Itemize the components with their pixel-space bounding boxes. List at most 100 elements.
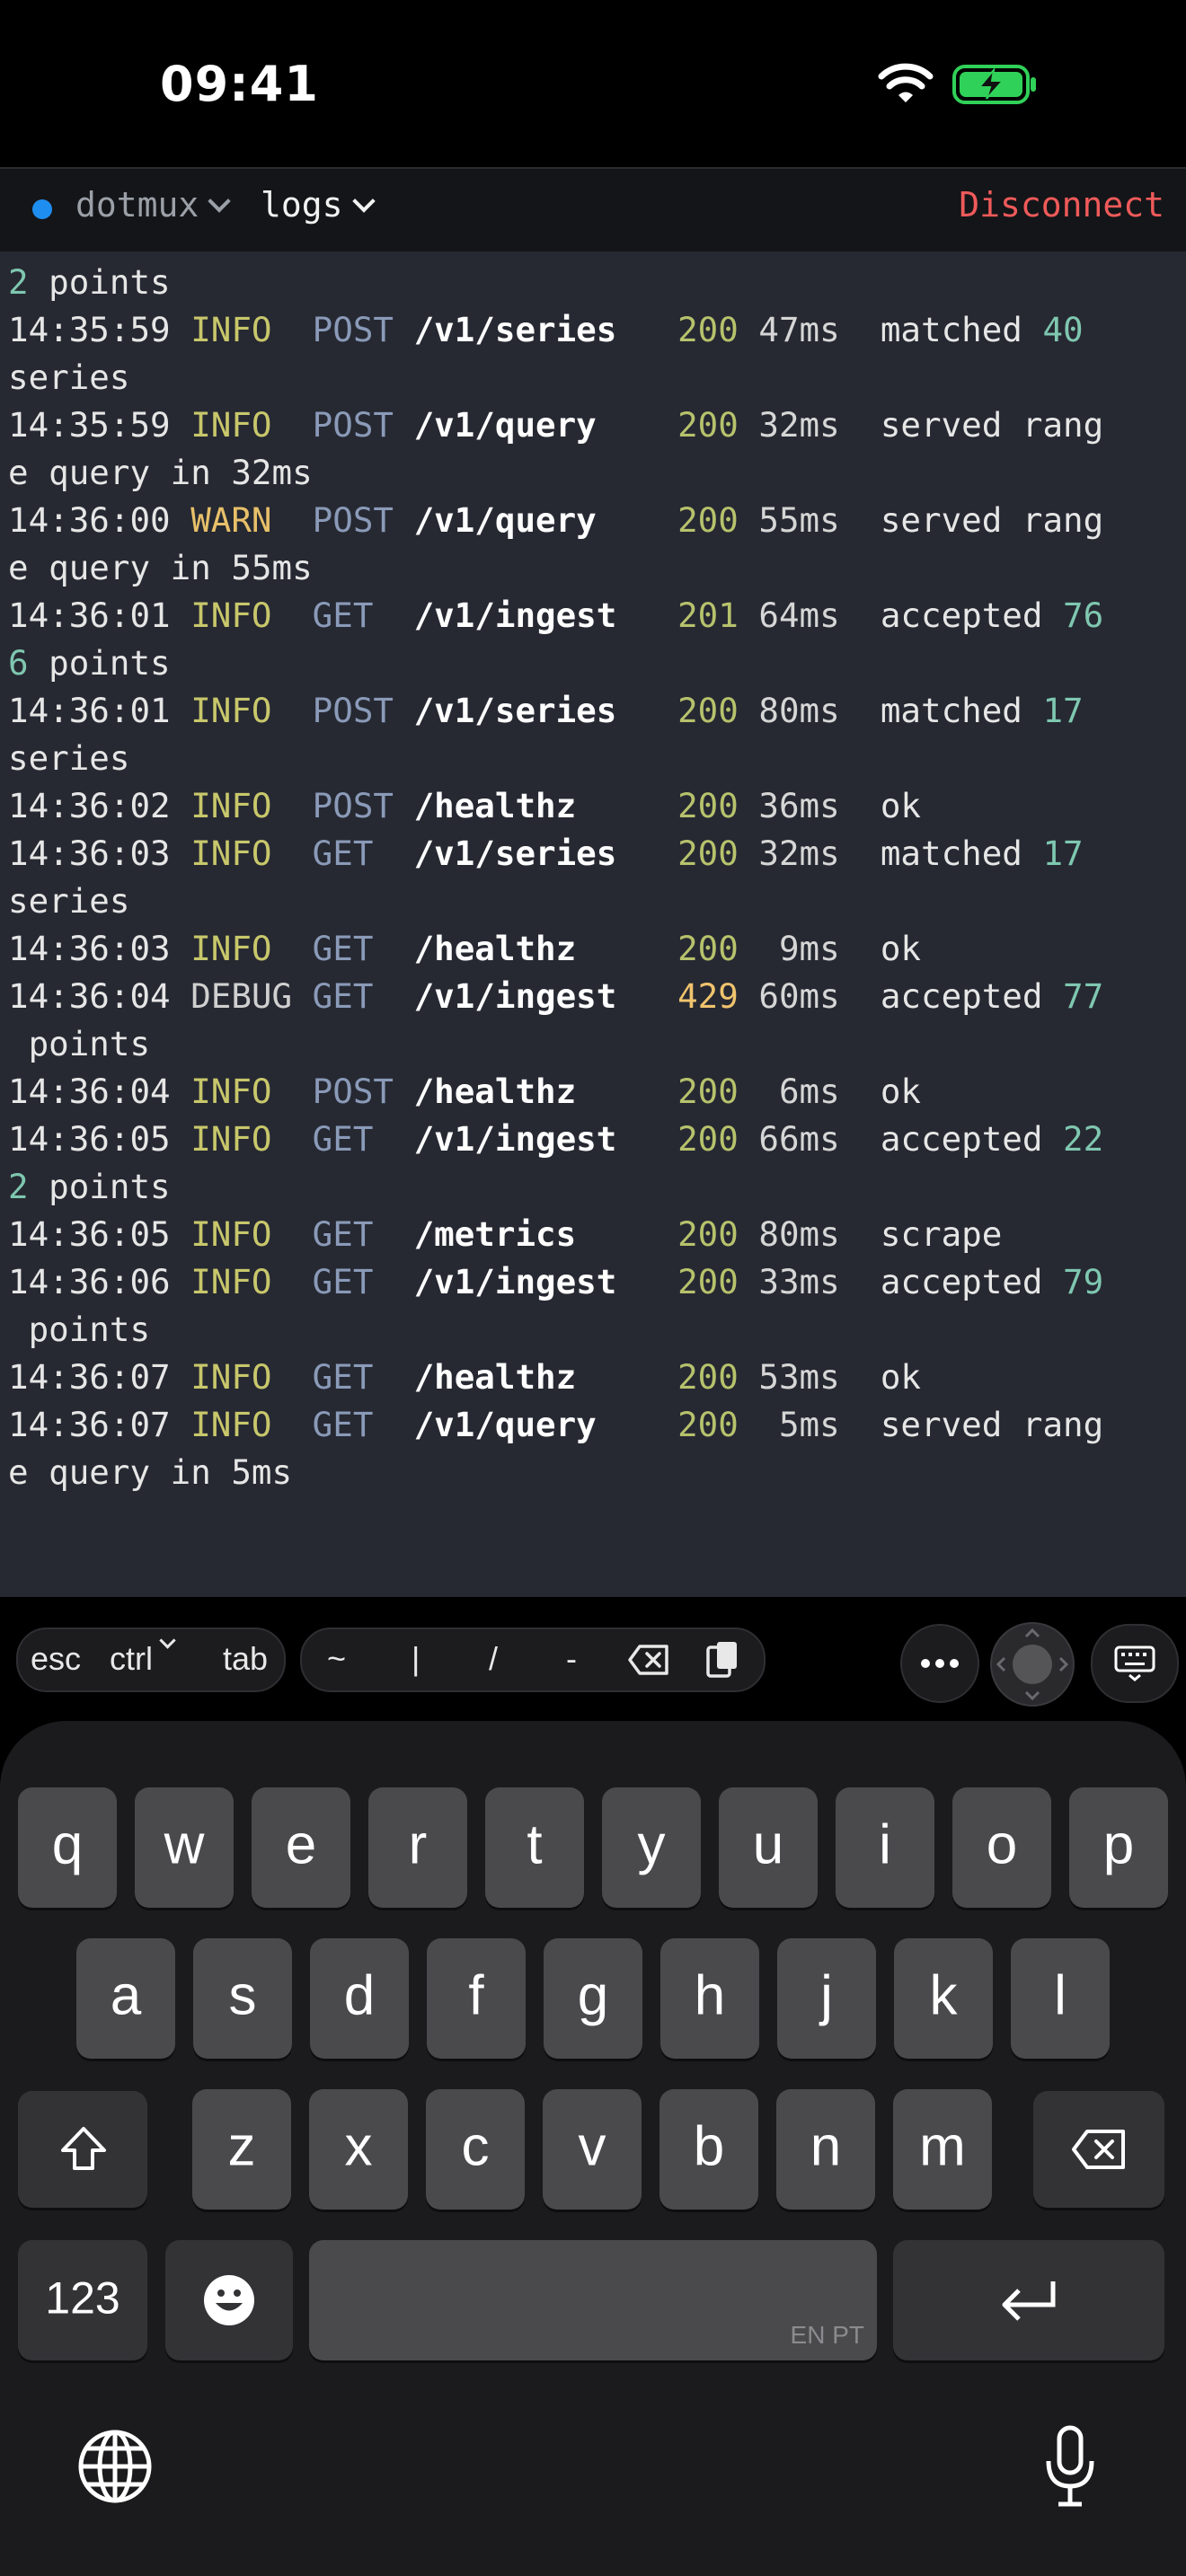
numbers-key[interactable]: 123 [18,2240,147,2360]
more-button[interactable] [900,1624,979,1703]
log-status: 429 [677,976,739,1016]
log-space [1042,1262,1063,1301]
log-status: 200 [677,834,739,873]
esc-key[interactable]: esc [31,1640,81,1678]
key-m[interactable]: m [893,2089,992,2210]
log-level: INFO [190,786,313,825]
paste-icon[interactable] [704,1640,740,1680]
globe-icon[interactable] [77,2429,153,2504]
space-key[interactable]: EN PT [309,2240,877,2360]
dpad-icon [996,1628,1069,1701]
disconnect-button[interactable]: Disconnect [959,185,1164,225]
key-label: i [879,1813,891,1876]
key-d[interactable]: d [310,1938,409,2059]
log-method: GET [312,929,414,968]
log-level: INFO [190,595,313,635]
delete-key[interactable] [1033,2091,1164,2208]
ctrl-key[interactable]: ctrl [110,1632,176,1678]
backspace-icon[interactable] [627,1644,670,1676]
return-icon [1002,2281,1056,2321]
log-wrap: series [8,738,130,778]
slash-key[interactable]: / [489,1640,498,1678]
log-time: 14:36:04 [8,1072,191,1111]
log-level: INFO [190,834,313,873]
key-label: v [578,2115,606,2178]
key-label: n [810,2115,842,2178]
key-r[interactable]: r [368,1787,467,1908]
key-z[interactable]: z [192,2089,291,2210]
key-f[interactable]: f [427,1938,526,2059]
log-time: 14:36:07 [8,1405,191,1444]
key-n[interactable]: n [776,2089,875,2210]
key-q[interactable]: q [18,1787,117,1908]
key-label: p [1102,1813,1135,1876]
key-u[interactable]: u [719,1787,818,1908]
key-h[interactable]: h [660,1938,759,2059]
log-status: 200 [677,1214,739,1254]
session-selector[interactable]: dotmux [75,185,232,225]
log-duration: 53ms [738,1357,881,1397]
key-b[interactable]: b [659,2089,758,2210]
log-method: GET [312,1119,414,1159]
terminal-view[interactable]: 2 points 14:35:59 INFO POST /v1/series 2… [0,251,1186,1597]
key-e[interactable]: e [252,1787,350,1908]
tab-key[interactable]: tab [223,1640,268,1678]
log-space [1022,834,1043,873]
key-l[interactable]: l [1011,1938,1110,2059]
key-label: f [468,1964,484,2027]
log-number: 76 [1063,595,1104,635]
key-g[interactable]: g [544,1938,642,2059]
dash-key[interactable]: - [566,1640,577,1678]
pipe-key[interactable]: | [412,1640,420,1678]
log-number: 22 [1063,1119,1104,1159]
key-label: w [164,1813,205,1876]
key-label: l [1054,1964,1067,2027]
key-c[interactable]: c [426,2089,525,2210]
key-y[interactable]: y [602,1787,701,1908]
log-time: 14:36:04 [8,976,191,1016]
log-status: 200 [677,1405,739,1444]
window-selector[interactable]: logs [261,185,376,225]
log-time: 14:36:01 [8,691,191,730]
key-i[interactable]: i [836,1787,934,1908]
log-path: /healthz [413,1072,678,1111]
shift-key[interactable] [18,2091,147,2208]
hide-keyboard-button[interactable] [1091,1624,1179,1703]
key-w[interactable]: w [135,1787,234,1908]
log-time: 14:36:03 [8,834,191,873]
key-a[interactable]: a [76,1938,175,2059]
log-path: /v1/ingest [413,595,678,635]
log-status: 201 [677,595,739,635]
return-key[interactable] [893,2240,1164,2360]
log-message: matched [880,310,1022,349]
key-j[interactable]: j [777,1938,876,2059]
log-duration: 6ms [738,1072,881,1111]
log-status: 200 [677,1357,739,1397]
key-s[interactable]: s [193,1938,292,2059]
key-k[interactable]: k [894,1938,993,2059]
key-label: z [227,2115,256,2178]
cursor-dpad[interactable] [990,1622,1075,1707]
key-label: d [343,1964,376,2027]
connection-status-dot [32,199,52,219]
emoji-key[interactable] [165,2240,293,2360]
tilde-key[interactable]: ~ [327,1640,346,1678]
keyboard-language-label: EN PT [790,2321,864,2349]
log-message: ok [880,786,921,825]
key-x[interactable]: x [309,2089,408,2210]
key-t[interactable]: t [485,1787,584,1908]
microphone-icon[interactable] [1044,2425,1096,2508]
log-space [1042,976,1063,1016]
log-space [1022,691,1043,730]
key-label: e [285,1813,317,1876]
log-time: 14:36:02 [8,786,191,825]
status-time: 09:41 [160,56,319,112]
key-o[interactable]: o [952,1787,1051,1908]
key-v[interactable]: v [543,2089,642,2210]
key-p[interactable]: p [1069,1787,1168,1908]
log-time: 14:35:59 [8,405,191,445]
log-message: ok [880,929,921,968]
log-time: 14:36:01 [8,595,191,635]
emoji-icon [204,2275,254,2325]
log-path: /v1/ingest [413,976,678,1016]
